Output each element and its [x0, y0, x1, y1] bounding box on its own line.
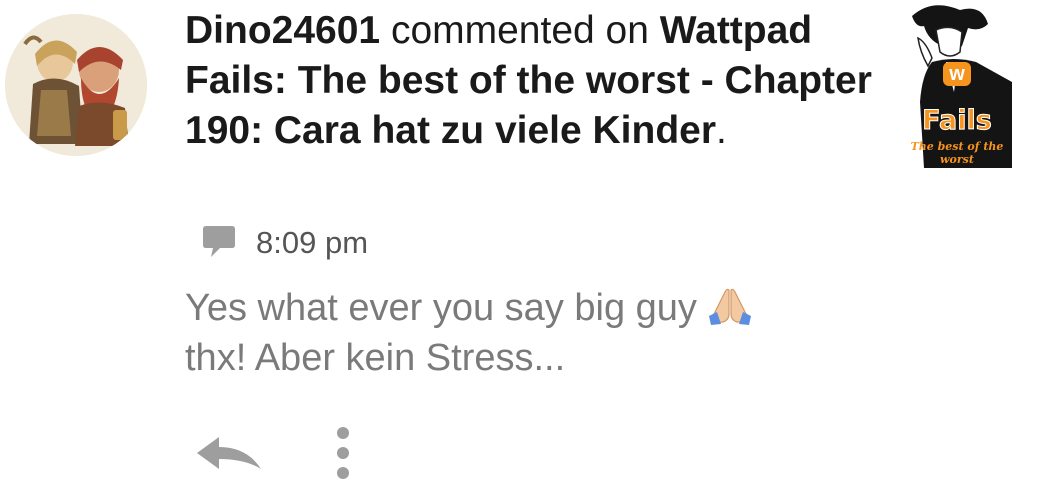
story-cover[interactable]: w Fails The best of the worst: [902, 2, 1012, 168]
reply-line: Yes what ever you say big guy: [185, 283, 885, 333]
cover-title: Fails: [922, 105, 993, 136]
title-period: .: [716, 109, 727, 152]
username-link[interactable]: Dino24601: [185, 9, 380, 52]
notification-meta: 8:09 pm: [200, 222, 368, 264]
folded-hands-icon: [707, 286, 753, 326]
user-avatar[interactable]: [5, 14, 147, 156]
notification-headline[interactable]: Dino24601 commented on Wattpad Fails: Th…: [185, 6, 885, 156]
avatar-illustration: [5, 14, 147, 156]
reply-text: Yes what ever you say big guy: [185, 287, 697, 329]
cover-logo: w: [902, 62, 1012, 86]
timestamp: 8:09 pm: [256, 225, 369, 260]
cover-subtitle: The best of the worst: [910, 140, 1004, 166]
reply-icon[interactable]: [193, 431, 265, 475]
action-text: commented on: [380, 9, 660, 52]
more-options-icon[interactable]: [333, 425, 353, 481]
message-text: thx! Aber kein Stress...: [185, 337, 566, 379]
notification-actions: [193, 425, 353, 481]
comment-body: Yes what ever you say big guy thx! Aber …: [185, 283, 885, 383]
comment-icon: [200, 225, 238, 261]
